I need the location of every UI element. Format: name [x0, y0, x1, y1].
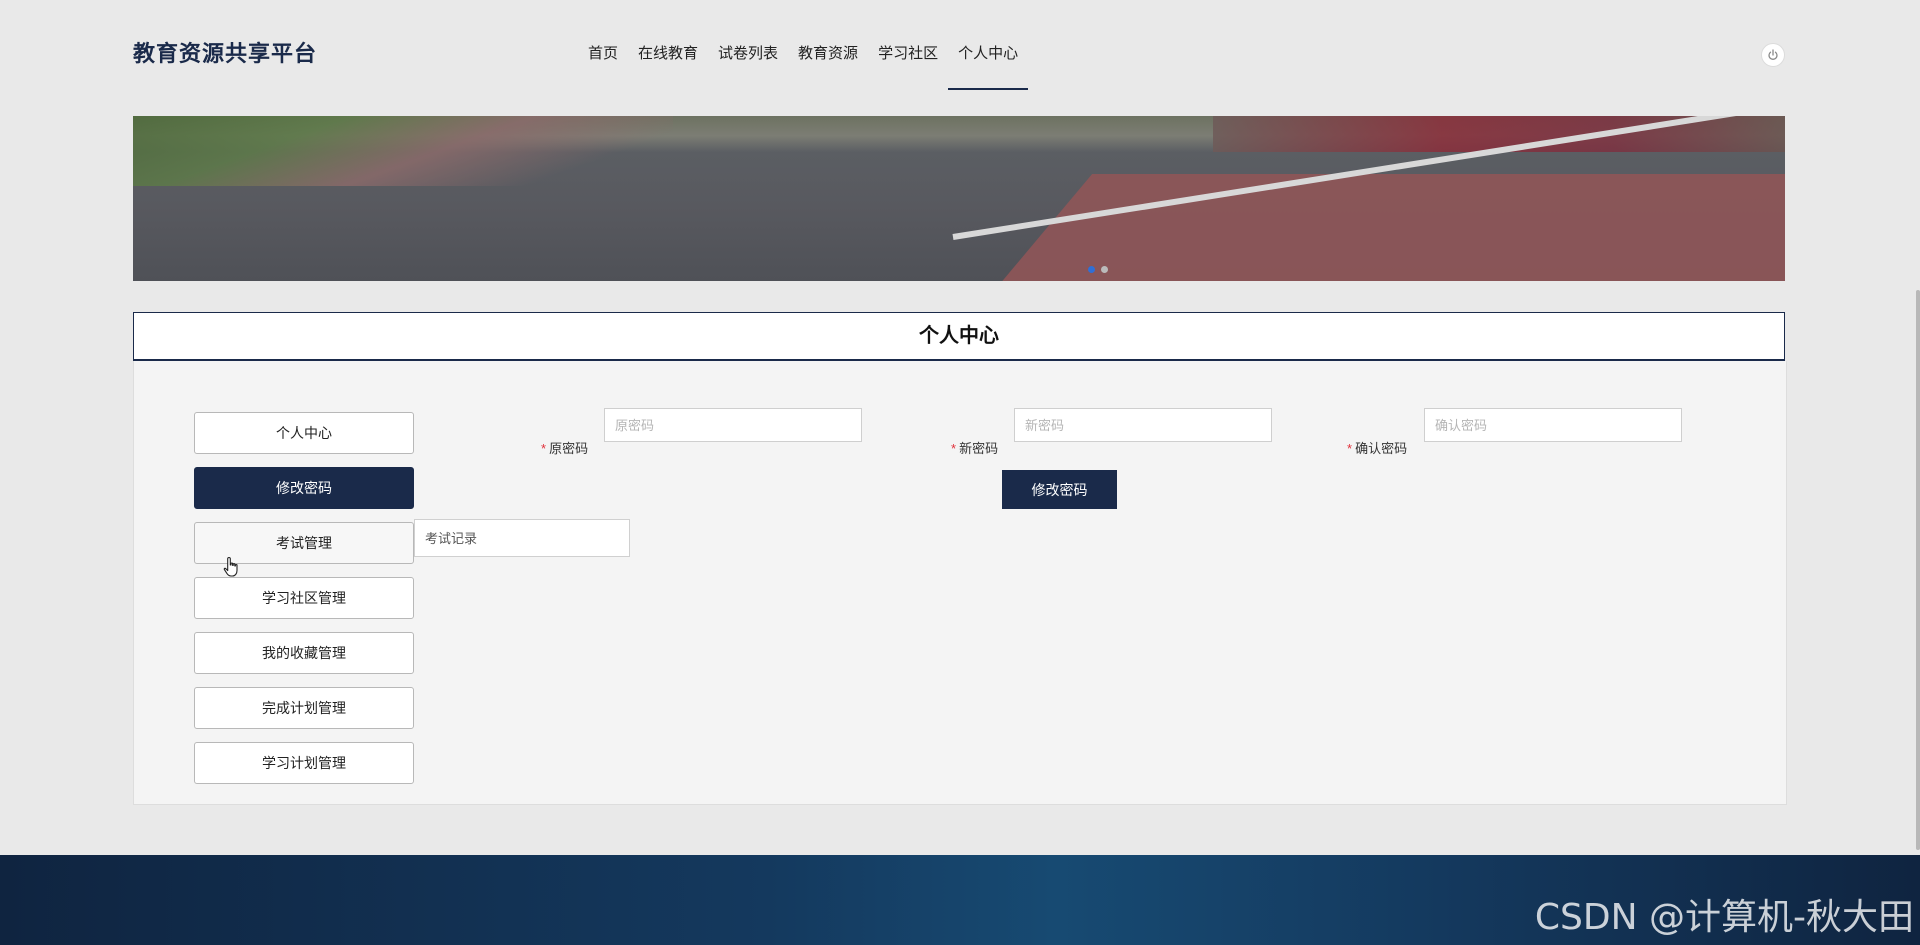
page-title: 个人中心 [133, 312, 1785, 361]
sidebar-item-completed-plan-management[interactable]: 完成计划管理 [194, 687, 414, 729]
watermark-text: CSDN @计算机-秋大田 [1534, 897, 1914, 938]
confirm-password-label: * 确认密码 [1347, 438, 1407, 457]
nav-item-personal-center[interactable]: 个人中心 [948, 0, 1029, 92]
required-mark: * [541, 441, 547, 456]
required-mark: * [1347, 441, 1353, 456]
sidebar-item-community-management[interactable]: 学习社区管理 [194, 577, 414, 619]
banner-image-sidewalk [957, 174, 1785, 281]
content-panel: 个人中心 修改密码 考试管理 学习社区管理 我的收藏管理 完成计划管理 学习计划… [133, 361, 1787, 805]
site-logo[interactable]: 教育资源共享平台 [133, 36, 317, 68]
old-password-label: * 原密码 [541, 438, 588, 457]
page: 教育资源共享平台 首页 在线教育 试卷列表 教育资源 学习社区 个人中心 个人中… [0, 0, 1920, 945]
new-password-label-text: 新密码 [959, 441, 999, 456]
header: 教育资源共享平台 首页 在线教育 试卷列表 教育资源 学习社区 个人中心 [0, 0, 1920, 96]
required-mark: * [951, 441, 957, 456]
footer: CSDN @计算机-秋大田 [0, 855, 1920, 945]
nav-item-exam-list[interactable]: 试卷列表 [708, 0, 788, 92]
carousel-dot[interactable] [1101, 266, 1108, 273]
page-scrollbar[interactable] [1916, 290, 1920, 850]
nav-item-home[interactable]: 首页 [578, 0, 628, 92]
logout-button[interactable] [1761, 43, 1785, 67]
confirm-password-label-text: 确认密码 [1355, 441, 1408, 456]
sidebar-item-favorites-management[interactable]: 我的收藏管理 [194, 632, 414, 674]
main-nav: 首页 在线教育 试卷列表 教育资源 学习社区 个人中心 [578, 0, 1029, 92]
nav-item-learning-community[interactable]: 学习社区 [868, 0, 948, 92]
carousel-indicators [1088, 266, 1108, 273]
nav-item-education-resources[interactable]: 教育资源 [788, 0, 868, 92]
change-password-button[interactable]: 修改密码 [1002, 470, 1117, 509]
old-password-label-text: 原密码 [549, 441, 589, 456]
confirm-password-input[interactable] [1424, 408, 1682, 442]
banner-carousel[interactable] [133, 116, 1785, 281]
power-icon [1768, 49, 1778, 60]
carousel-dot[interactable] [1088, 266, 1095, 273]
hand-pointer-icon [223, 556, 238, 577]
nav-item-online-education[interactable]: 在线教育 [628, 0, 708, 92]
sidebar-menu: 个人中心 修改密码 考试管理 学习社区管理 我的收藏管理 完成计划管理 学习计划… [194, 412, 414, 797]
sidebar-item-change-password[interactable]: 修改密码 [194, 467, 414, 509]
old-password-input[interactable] [604, 408, 862, 442]
submenu-item-exam-records[interactable]: 考试记录 [414, 519, 630, 557]
sidebar-item-personal-center[interactable]: 个人中心 [194, 412, 414, 454]
new-password-input[interactable] [1014, 408, 1272, 442]
banner-image-grass [133, 116, 673, 186]
new-password-label: * 新密码 [951, 438, 998, 457]
sidebar-item-study-plan-management[interactable]: 学习计划管理 [194, 742, 414, 784]
